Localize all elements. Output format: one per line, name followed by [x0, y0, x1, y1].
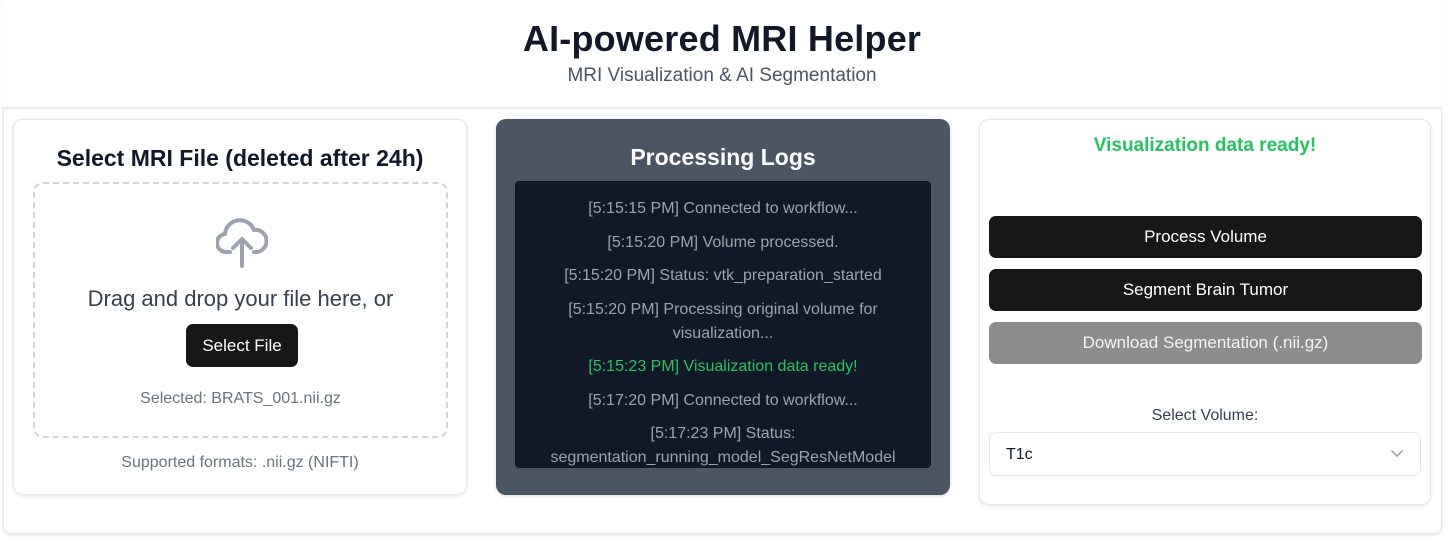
selected-file-text: Selected: BRATS_001.nii.gz: [140, 390, 341, 407]
logs-card: Processing Logs [5:15:15 PM] Connected t…: [496, 119, 950, 495]
download-segmentation-button[interactable]: Download Segmentation (.nii.gz): [989, 322, 1422, 364]
cloud-upload-icon: [216, 218, 268, 268]
logs-title: Processing Logs: [630, 144, 816, 170]
status-message: Visualization data ready!: [1093, 135, 1317, 156]
logs-console[interactable]: [5:15:15 PM] Connected to workflow... [5…: [515, 181, 931, 468]
volume-select-value: T1c: [1006, 446, 1033, 463]
supported-formats-text: Supported formats: .nii.gz (NIFTI): [121, 454, 359, 471]
volume-select[interactable]: T1c: [989, 432, 1421, 476]
upload-title: Select MRI File (deleted after 24h): [56, 145, 424, 171]
segment-brain-tumor-button[interactable]: Segment Brain Tumor: [989, 269, 1422, 311]
log-entry: [5:17:23 PM] Status: segmentation_runnin…: [550, 425, 896, 466]
select-volume-label: Select Volume:: [1151, 407, 1259, 424]
log-entry: [5:17:20 PM] Connected to workflow...: [588, 391, 858, 409]
log-entry: [5:15:20 PM] Processing original volume …: [568, 300, 878, 342]
upload-card: Select MRI File (deleted after 24h) Drag…: [13, 119, 467, 495]
file-dropzone[interactable]: Drag and drop your file here, or Select …: [33, 182, 448, 438]
chevron-down-icon: [1391, 450, 1403, 457]
log-entry: [5:15:20 PM] Status: vtk_preparation_sta…: [564, 267, 882, 284]
select-file-button[interactable]: Select File: [186, 324, 298, 367]
log-entry: [5:15:20 PM] Volume processed.: [607, 233, 839, 251]
log-entry-success: [5:15:23 PM] Visualization data ready!: [588, 358, 858, 375]
dropzone-text: Drag and drop your file here, or: [87, 286, 394, 311]
actions-card: Visualization data ready! Process Volume…: [979, 119, 1431, 505]
app-subtitle: MRI Visualization & AI Segmentation: [567, 65, 877, 86]
log-entry: [5:15:15 PM] Connected to workflow...: [588, 200, 858, 217]
app-header: AI-powered MRI Helper MRI Visualization …: [2, 0, 1442, 108]
process-volume-button[interactable]: Process Volume: [989, 216, 1422, 258]
app-title: AI-powered MRI Helper: [522, 18, 922, 59]
